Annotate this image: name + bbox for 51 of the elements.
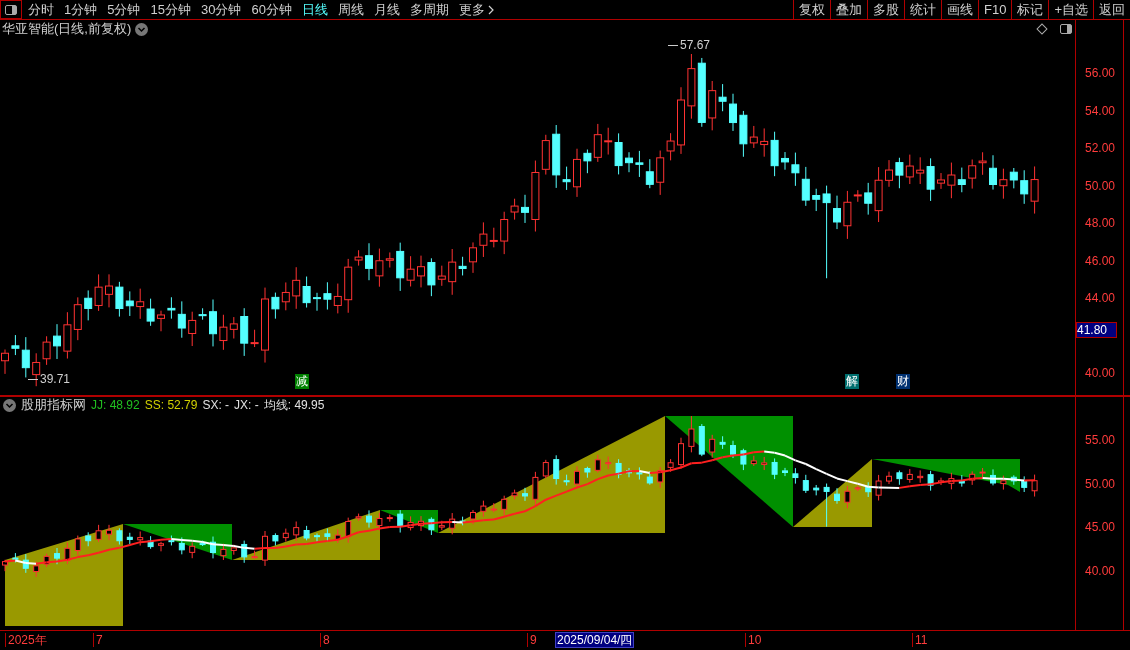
time-axis-label: 11 [912,633,928,647]
period-tab[interactable]: 周线 [337,0,364,20]
period-tab[interactable]: 5分钟 [107,0,141,20]
toolbar-button[interactable]: 画线 [941,0,978,19]
period-tab[interactable]: 1分钟 [64,0,98,20]
indicator-name: 股朋指标网 [21,396,86,415]
event-marker[interactable]: 减 [295,374,309,389]
toolbar-button[interactable]: 返回 [1093,0,1130,19]
period-tab[interactable]: 月线 [373,0,400,20]
period-tab[interactable]: 分时 [28,0,54,20]
event-marker[interactable]: 解 [845,374,859,389]
price-axis-label: 56.00 [1084,65,1115,82]
indicator-value: JX: - [234,397,259,414]
period-tab[interactable]: 多周期 [409,0,449,20]
indicator-axis-label: 50.00 [1084,475,1115,493]
indicator-value: SX: - [202,397,230,414]
time-axis-label: 9 [527,633,537,647]
more-button[interactable]: 更多 [458,0,494,20]
toolbar-button[interactable]: 复权 [793,0,830,19]
price-axis-label: 48.00 [1084,215,1115,232]
chart-title: 华亚智能(日线,前复权) [2,20,132,39]
price-axis-label: 52.00 [1084,140,1115,157]
period-tab[interactable]: 60分钟 [251,0,292,20]
price-axis-label: 44.00 [1084,290,1115,307]
event-marker[interactable]: 财 [896,374,910,389]
time-axis-label: 2025/09/04/四 [555,632,635,648]
toolbar-button[interactable]: 统计 [904,0,941,19]
time-axis-label: 2025年 [5,633,47,647]
toolbar-button[interactable]: 叠加 [830,0,867,19]
toolbar-button[interactable]: 多股 [867,0,904,19]
indicator-axis-label: 45.00 [1084,519,1115,537]
price-axis-label: 54.00 [1084,102,1115,120]
time-axis-label: 7 [93,633,103,647]
toolbar-button[interactable]: 标记 [1011,0,1049,19]
time-axis-label: 10 [745,633,762,647]
indicator-axis-label: 40.00 [1084,563,1115,581]
period-tab[interactable]: 15分钟 [150,0,191,20]
indicator-value: JJ: 48.92 [91,397,140,414]
price-axis-label: 40.00 [1084,365,1115,382]
period-tab[interactable]: 30分钟 [200,0,242,20]
toolbar-button[interactable]: F10 [978,0,1012,19]
low-price-label: 39.71 [40,371,71,388]
toolbar-button[interactable]: +自选 [1048,0,1093,19]
indicator-value: 均线: 49.95 [263,397,325,414]
indicator-value: SS: 52.79 [144,397,198,414]
price-axis-label: 46.00 [1084,252,1115,270]
current-price-label: 41.80 [1076,322,1117,338]
time-axis-label: 8 [320,633,330,647]
period-tab[interactable]: 日线 [301,0,328,20]
price-axis-label: 50.00 [1084,177,1115,195]
indicator-axis-label: 55.00 [1084,432,1115,449]
